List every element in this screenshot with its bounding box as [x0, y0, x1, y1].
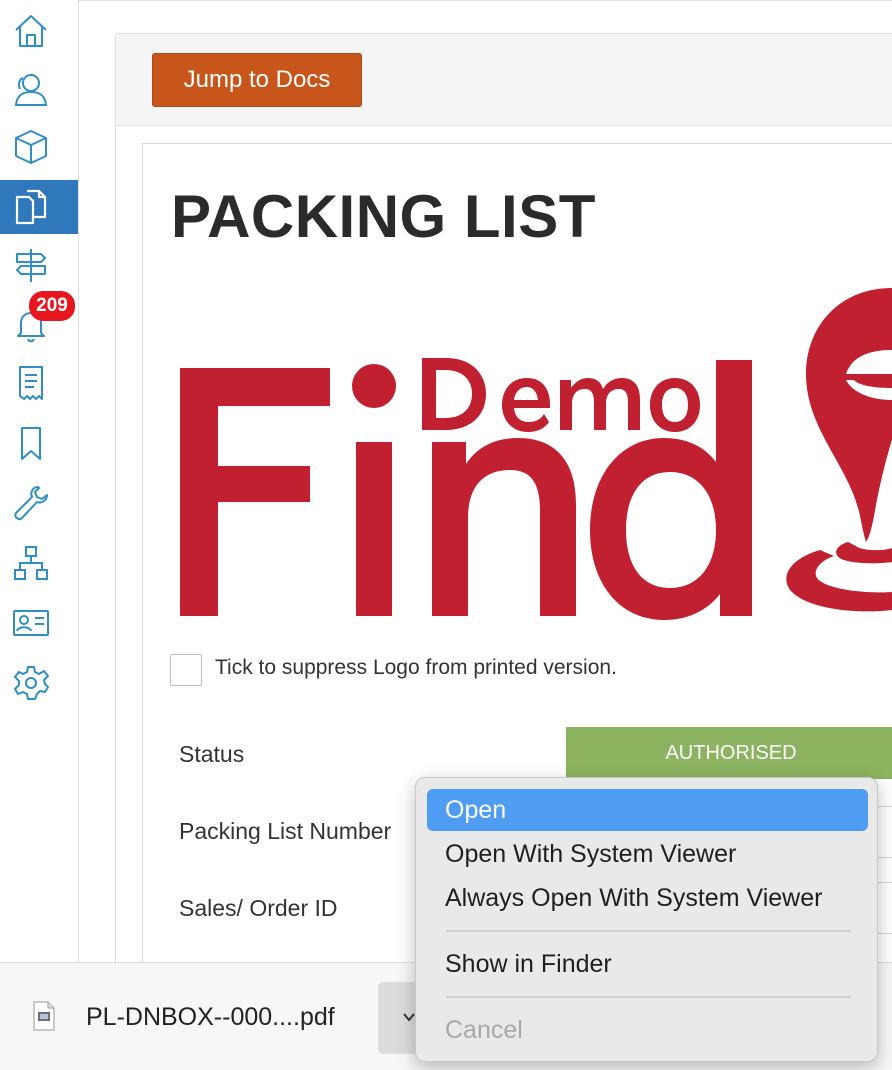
sidebar-item-bookmarks[interactable] — [0, 416, 78, 470]
pdf-file-icon — [33, 1001, 55, 1031]
users-icon — [14, 74, 48, 106]
sidebar-item-contacts[interactable] — [0, 596, 78, 650]
sidebar-item-documents[interactable] — [0, 180, 78, 234]
notification-badge: 209 — [29, 291, 75, 321]
sidebar-item-invoices[interactable] — [0, 356, 78, 410]
suppress-logo-label: Tick to suppress Logo from printed versi… — [215, 656, 617, 679]
status-label: Status — [179, 741, 245, 767]
menu-separator — [446, 930, 851, 932]
download-file-name[interactable]: PL-DNBOX--000....pdf — [86, 1003, 335, 1032]
box-icon — [15, 130, 47, 164]
jump-to-docs-button[interactable]: Jump to Docs — [152, 53, 362, 107]
menu-item-cancel: Cancel — [445, 1016, 523, 1044]
documents-icon — [15, 189, 47, 225]
menu-item-open[interactable]: Open — [427, 789, 868, 831]
menu-item-always-open-with-system-viewer[interactable]: Always Open With System Viewer — [427, 877, 868, 919]
status-badge: AUTHORISED — [566, 727, 892, 779]
home-icon — [15, 15, 47, 47]
menu-item-show-in-finder[interactable]: Show in Finder — [427, 943, 868, 985]
chevron-down-icon — [403, 1013, 415, 1022]
gear-icon — [14, 666, 49, 700]
packing-list-number-label: Packing List Number — [179, 818, 392, 844]
top-divider — [79, 0, 892, 1]
hierarchy-icon — [14, 546, 48, 580]
suppress-logo-checkbox[interactable] — [170, 654, 202, 686]
sidebar-item-tools[interactable] — [0, 476, 78, 530]
sidebar-item-hierarchy[interactable] — [0, 536, 78, 590]
sidebar-item-users[interactable] — [0, 62, 78, 116]
sidebar-item-settings[interactable] — [0, 656, 78, 710]
menu-separator — [446, 996, 851, 998]
sidebar-item-products[interactable] — [0, 120, 78, 174]
signpost-icon — [16, 249, 46, 282]
menu-item-open-with-system-viewer[interactable]: Open With System Viewer — [427, 833, 868, 875]
sidebar: 209 — [0, 0, 79, 962]
panel-header: Jump to Docs — [116, 34, 892, 126]
company-logo — [180, 288, 892, 620]
id-card-icon — [13, 610, 49, 636]
receipt-icon — [19, 366, 43, 400]
wrench-icon — [14, 486, 48, 521]
sales-order-id-label: Sales/ Order ID — [179, 895, 338, 921]
sidebar-item-routes[interactable] — [0, 238, 78, 292]
bookmark-icon — [21, 427, 41, 460]
sidebar-item-home[interactable] — [0, 4, 78, 58]
page-title: PACKING LIST — [171, 183, 596, 250]
app-window: 209 Jump to Docs PACKING LIST Tick to su… — [0, 0, 892, 1070]
download-context-menu: Open Open With System Viewer Always Open… — [415, 777, 878, 1062]
